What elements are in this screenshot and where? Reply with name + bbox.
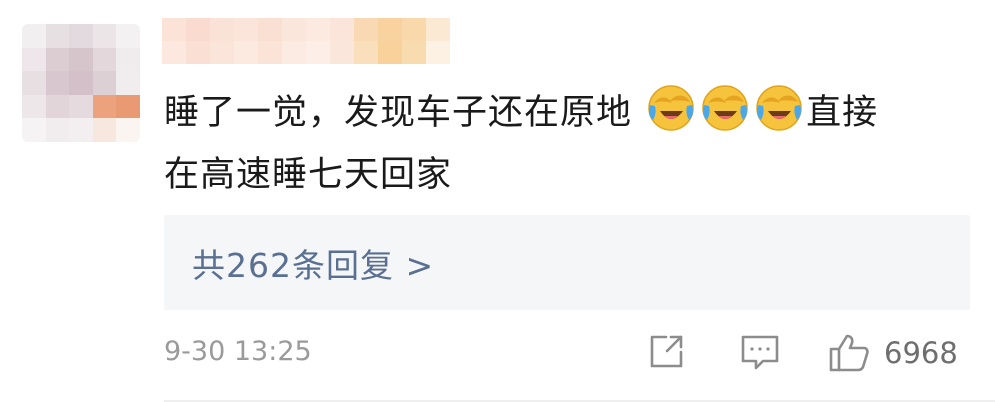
- reply-icon: [741, 335, 779, 370]
- like-button[interactable]: 6968: [828, 332, 958, 374]
- comment-line-1: 睡了一觉，发现车子还在原地: [164, 93, 633, 133]
- view-replies-link[interactable]: 共262条回复 >: [192, 239, 434, 287]
- laugh-cry-emoji-icon: [648, 85, 694, 131]
- reply-button[interactable]: [739, 332, 781, 376]
- laugh-cry-emoji-icon: [756, 85, 802, 131]
- laugh-cry-emoji-icon: [702, 85, 748, 131]
- like-count: 6968: [884, 336, 958, 370]
- replies-box[interactable]: 共262条回复 >: [164, 215, 970, 310]
- comment-line-2: 在高速睡七天回家: [164, 155, 453, 195]
- thumbs-up-icon: [829, 334, 869, 372]
- username[interactable]: [162, 18, 450, 64]
- comment-timestamp: 9-30 13:25: [164, 336, 312, 367]
- share-button[interactable]: [646, 332, 686, 376]
- avatar[interactable]: [22, 24, 140, 142]
- share-icon: [650, 335, 683, 368]
- comment-text: 睡了一觉，发现车子还在原地 直接 在高速睡七天回家: [164, 82, 976, 206]
- comment-line-1-tail: 直接: [806, 93, 879, 133]
